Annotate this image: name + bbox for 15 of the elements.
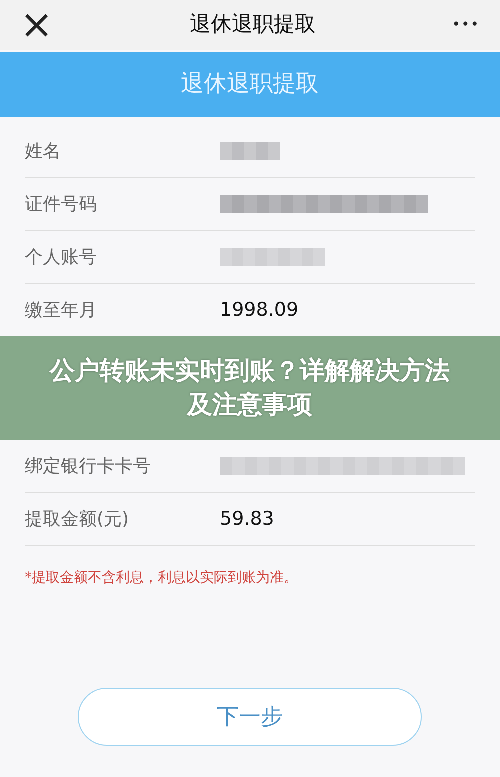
header-title: 退休退职提取: [181, 70, 319, 100]
masked-value: [220, 142, 280, 160]
field-label: 绑定银行卡卡号: [25, 454, 152, 478]
field-label: 个人账号: [25, 246, 98, 270]
field-label: 缴至年月: [25, 298, 98, 322]
field-label: 姓名: [25, 140, 62, 164]
field-value: 1998.09: [220, 298, 299, 323]
page-title: 退休退职提取: [190, 11, 316, 38]
field-label: 证件号码: [25, 192, 98, 216]
more-button[interactable]: •••: [452, 14, 480, 36]
note-text: *提取金额不含利息，利息以实际到账为准。: [25, 569, 299, 588]
close-button[interactable]: ×: [20, 5, 54, 45]
banner-title: 公户转账未实时到账？详解解决方法及注意事项: [50, 355, 450, 421]
field-label: 提取金额(元): [25, 508, 130, 532]
field-value: 59.83: [220, 506, 274, 532]
